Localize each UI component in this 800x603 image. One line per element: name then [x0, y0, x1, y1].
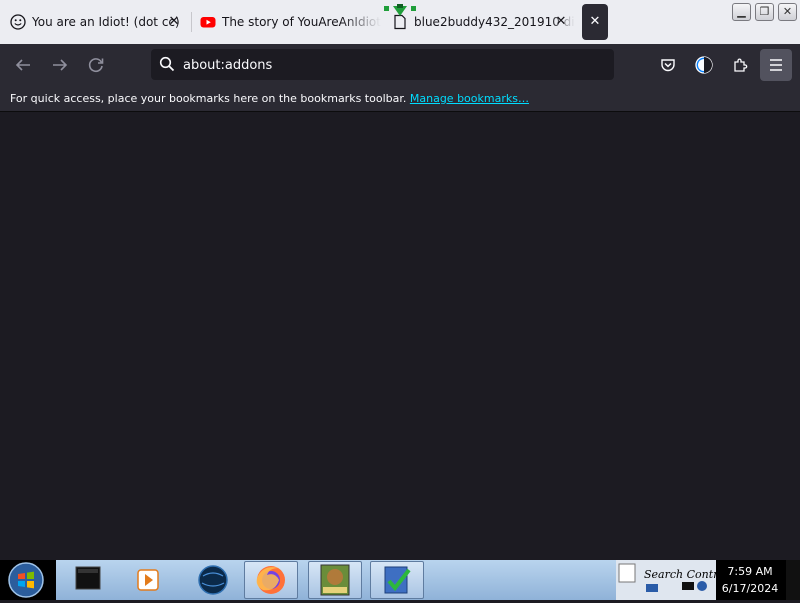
tab-youtube-story[interactable]: The story of YouAreAnIdiot: [200, 4, 390, 40]
clock-date: 6/17/2024: [721, 582, 779, 595]
extensions-button[interactable]: [725, 50, 755, 80]
reload-icon[interactable]: [83, 52, 109, 78]
tab-blue2buddy[interactable]: blue2buddy432_201910 di ✕: [392, 4, 575, 40]
address-bar[interactable]: [151, 49, 614, 80]
close-tab-icon[interactable]: ✕: [166, 14, 182, 30]
checklist-icon: [384, 566, 411, 594]
manage-bookmarks-link[interactable]: Manage bookmarks…: [410, 92, 529, 105]
firefox-icon: [256, 566, 285, 594]
minimize-button[interactable]: ▁: [732, 3, 751, 21]
hamburger-menu-icon: [770, 59, 782, 71]
media-player-icon: [137, 569, 159, 591]
page-content: [0, 113, 800, 560]
taskbar-apps: [56, 560, 616, 600]
system-tray: Search Control: [616, 560, 716, 600]
forward-arrow-icon[interactable]: [47, 52, 73, 78]
game-box-icon: [320, 564, 350, 596]
app-menu-button[interactable]: [760, 49, 792, 81]
youtube-icon: [200, 17, 216, 28]
close-icon[interactable]: ✕: [582, 4, 608, 40]
close-tab-icon[interactable]: ✕: [553, 14, 569, 30]
floating-widget-icon[interactable]: [384, 4, 416, 18]
smiley-icon: [10, 14, 26, 30]
search-icon: [159, 56, 175, 72]
tab-label: You are an Idiot! (dot cc): [32, 15, 180, 29]
taskbar-media-player[interactable]: [120, 561, 174, 599]
contrast-icon: [695, 56, 713, 74]
clock-time: 7:59 AM: [727, 565, 773, 578]
puzzle-icon: [734, 58, 748, 72]
taskbar-globe[interactable]: [184, 561, 238, 599]
globe-icon: [198, 565, 228, 595]
bookmarks-toolbar: For quick access, place your bookmarks h…: [0, 86, 800, 112]
taskbar-app-1[interactable]: [60, 561, 114, 599]
tray-search-control-label[interactable]: Search Control: [644, 568, 716, 581]
tab-strip: You are an Idiot! (dot cc) ✕ The story o…: [0, 0, 800, 44]
taskbar: Search Control 7:59 AM 6/17/2024: [0, 560, 800, 600]
start-button[interactable]: [6, 562, 46, 598]
tab-you-are-an-idiot[interactable]: You are an Idiot! (dot cc) ✕: [8, 4, 188, 40]
tab-divider: [191, 12, 192, 32]
dark-box-icon: [75, 566, 101, 590]
tab-label: blue2buddy432_201910 di: [414, 15, 575, 29]
taskbar-firefox[interactable]: [244, 561, 298, 599]
restore-button[interactable]: ❐: [755, 3, 774, 21]
taskbar-game-box[interactable]: [308, 561, 362, 599]
navigation-toolbar: [0, 44, 800, 86]
pocket-button[interactable]: [653, 50, 683, 80]
taskbar-checklist[interactable]: [370, 561, 424, 599]
back-arrow-icon[interactable]: [10, 52, 36, 78]
dark-reader-button[interactable]: [689, 50, 719, 80]
pocket-icon: [661, 59, 675, 72]
window-close-button[interactable]: ✕: [778, 3, 797, 21]
taskbar-clock[interactable]: 7:59 AM 6/17/2024: [716, 560, 784, 600]
show-desktop-button[interactable]: [786, 560, 800, 600]
tab-label: The story of YouAreAnIdiot: [222, 15, 381, 29]
bookmarks-hint-text: For quick access, place your bookmarks h…: [10, 92, 407, 105]
url-input[interactable]: [183, 55, 603, 75]
